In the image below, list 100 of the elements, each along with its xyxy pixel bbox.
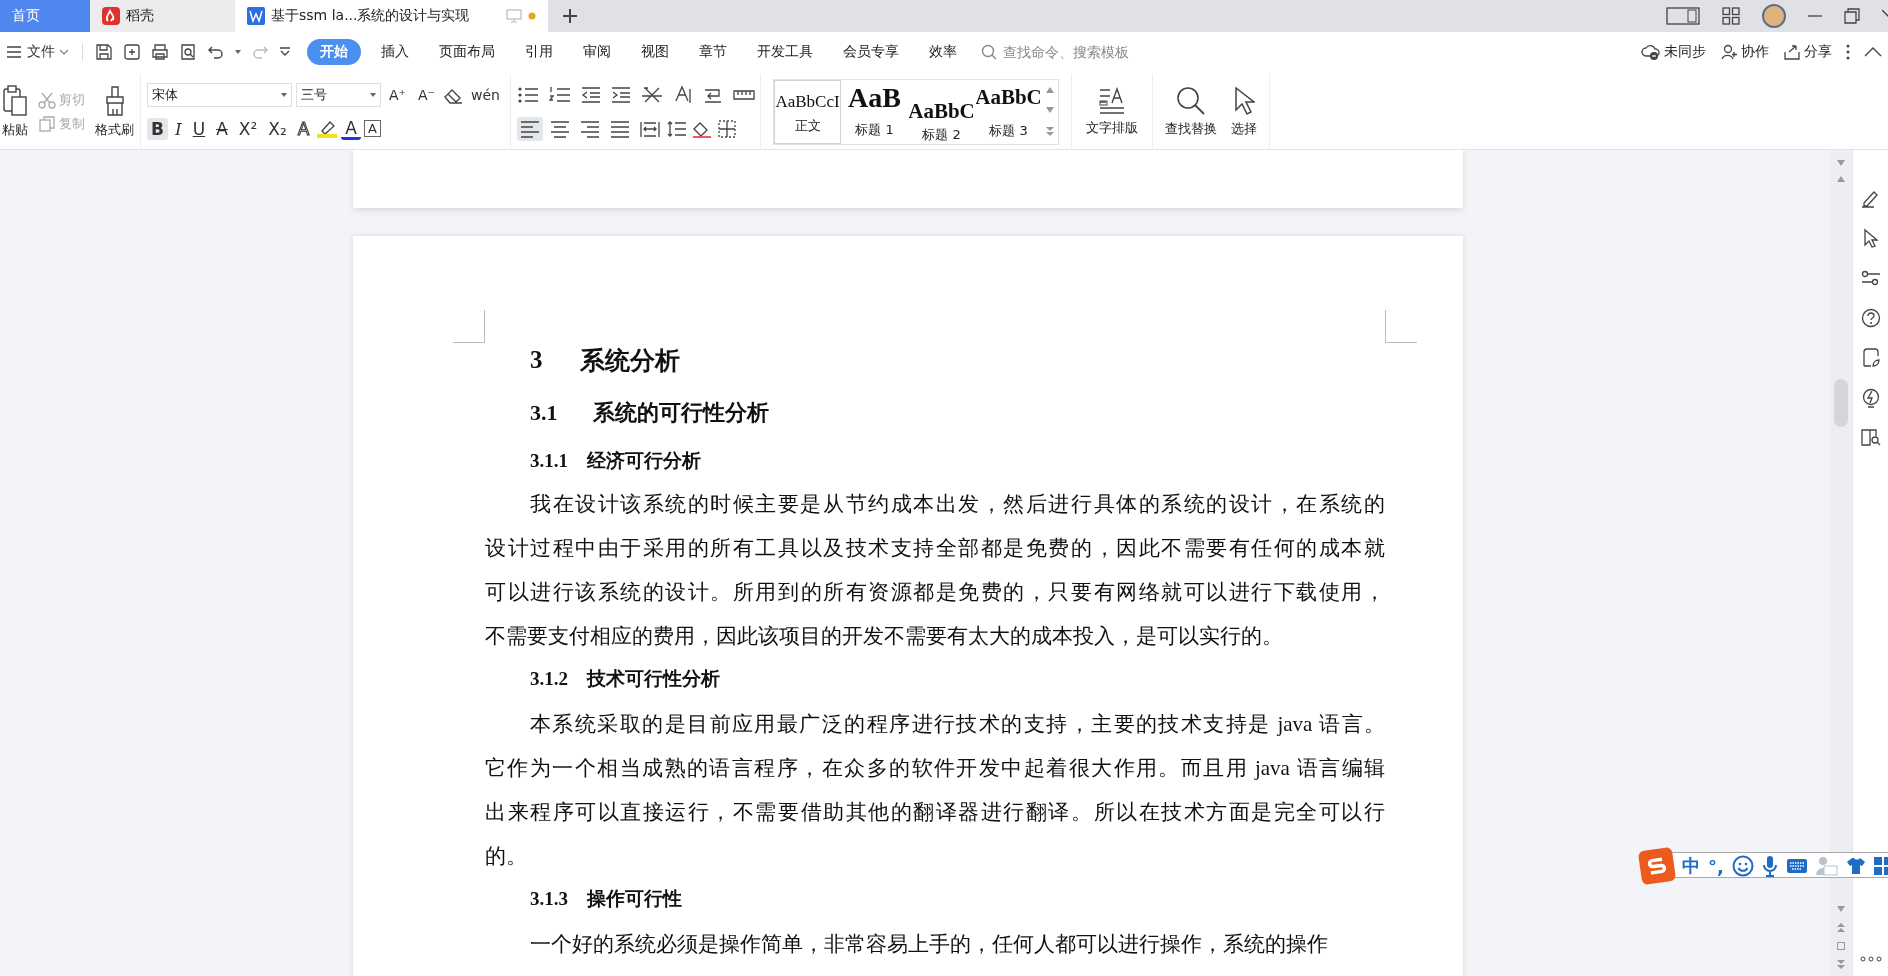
toolbar-button[interactable]: 查找替换 [1165, 85, 1217, 138]
search-field[interactable]: 查找命令、搜索模板 [1001, 43, 1151, 61]
toolbar-button[interactable]: A⁺ [385, 85, 410, 104]
caret-icon [281, 92, 287, 97]
numbered-list-icon[interactable] [549, 85, 571, 104]
punctuation-toggle[interactable]: °, [1708, 855, 1724, 877]
ribbon-tab[interactable]: 页面布局 [429, 39, 505, 65]
caret-icon [370, 92, 376, 97]
ribbon-tab[interactable]: 插入 [371, 39, 419, 65]
style-preset[interactable]: AaBbCcI 正文 [774, 79, 841, 144]
toolbar-button[interactable]: A⁻ [413, 85, 439, 104]
copy-icon [38, 114, 56, 133]
scroll-down-icon[interactable] [1046, 106, 1054, 113]
search-icon [1176, 85, 1206, 116]
body-paragraph: 本系统采取的是目前应用最广泛的程序进行技术的支持，主要的技术支持是 java 语言。 它作为一个相当成熟的语言程序，在众多的软件开发中起着很大作用。而且用 java 语言编辑 出来程序可以直接运行，不需要借助其他的翻译器进行翻译。所以在技术方面是完全可以行 的。 [485, 711, 1385, 870]
keyboard-icon[interactable] [1785, 858, 1808, 874]
new-tab-icon[interactable] [562, 8, 578, 24]
style-preset[interactable]: AaBbC 标题 3 [975, 79, 1042, 144]
align-button[interactable] [517, 116, 543, 141]
toolbar-button[interactable]: wén [466, 85, 504, 104]
help-icon[interactable] [1860, 308, 1881, 328]
heading: 3.1 系统的可行性分析 [529, 399, 770, 427]
ruler-icon[interactable] [733, 87, 755, 102]
paste-button[interactable]: 粘贴 [2, 84, 28, 139]
bullet-list-icon[interactable] [517, 85, 539, 104]
ribbon-tab[interactable]: 引用 [515, 39, 563, 65]
sliders-icon[interactable] [1860, 268, 1881, 288]
expand-icon[interactable] [1046, 126, 1054, 137]
tablet-icon[interactable] [1666, 7, 1700, 25]
book-search-icon[interactable] [1860, 428, 1881, 446]
ribbon-tab[interactable]: 视图 [631, 39, 679, 65]
toolbar-button[interactable]: I [170, 117, 186, 140]
format-painter-button[interactable]: 格式刷 [95, 84, 134, 139]
restore-icon[interactable] [1844, 8, 1860, 24]
heading: 3.1.1 经济可行分析 [529, 449, 702, 473]
customize-icon[interactable] [279, 47, 291, 57]
outdent-icon[interactable] [581, 85, 601, 104]
toolbar-button[interactable]: A [293, 117, 314, 140]
save-icon[interactable] [95, 43, 113, 61]
print-preview-icon[interactable] [179, 43, 197, 61]
print-icon[interactable] [151, 43, 169, 61]
search-icon [981, 44, 997, 60]
caret-icon[interactable] [235, 50, 241, 54]
toolbar-button[interactable]: A [364, 120, 381, 137]
toolbar-button[interactable]: B [147, 117, 168, 140]
body-paragraph: 我在设计该系统的时候主要是从节约成本出发，然后进行具体的系统的设计，在系统的 设计过程中由于采用的所有工具以及技术支持全部都是免费的，因此不需要有任何的成本就 可以进行该系统的设计。所用到的所有资源都是免费的，只要有网络就可以进行下载使用， 不需要支付相应的费用，因此该项目的开发不需要有太大的成本投入，是可以实行的。 [485, 491, 1385, 650]
more-icon[interactable] [1846, 43, 1850, 61]
ribbon-tab[interactable]: 审阅 [573, 39, 621, 65]
toolbar-button[interactable]: 文字排版 [1086, 86, 1138, 137]
leaf-document-icon[interactable] [1860, 348, 1881, 368]
font-size-dropdown[interactable]: 三号 [296, 82, 381, 107]
flame-icon [102, 7, 120, 25]
style-preset[interactable]: AaB 标题 1 [841, 79, 908, 144]
tab[interactable]: 基于ssm la...系统的设计与实现 [235, 0, 548, 32]
toolbar-button[interactable]: 未同步 [1641, 43, 1706, 61]
tiles-icon[interactable] [1873, 856, 1888, 876]
toolbar-button[interactable]: 分享 [1783, 43, 1832, 61]
add-person-icon [1720, 43, 1738, 61]
emoji-icon[interactable] [1731, 855, 1754, 877]
indent-icon[interactable] [611, 85, 631, 104]
line-spacing-icon[interactable] [667, 119, 687, 138]
avatar[interactable] [1762, 4, 1786, 28]
ime-mode[interactable]: 中 [1682, 854, 1700, 878]
more-icon[interactable] [1859, 956, 1882, 962]
cursor-icon [1233, 85, 1255, 116]
corner-mark [453, 310, 485, 343]
brush-icon [103, 84, 126, 117]
ribbon-tab[interactable]: 效率 [919, 39, 967, 65]
heading: 3 系统分析 [529, 345, 681, 376]
menu-icon [6, 45, 22, 59]
heading: 3.1.2 技术可行性分析 [529, 667, 721, 691]
toolbar-button[interactable]: U [188, 117, 210, 140]
shirt-icon[interactable] [1845, 857, 1866, 875]
font-dropdown[interactable]: 宋体 [147, 82, 292, 107]
toolbar-button[interactable]: 选择 [1231, 85, 1257, 138]
microphone-icon[interactable] [1761, 855, 1778, 877]
document-icon [247, 7, 265, 25]
cursor-icon[interactable] [1861, 228, 1880, 248]
corner-mark [1385, 310, 1417, 343]
toolbar-button[interactable]: 协作 [1720, 43, 1769, 61]
toolbar-button[interactable]: A [341, 117, 361, 140]
ribbon-tab[interactable]: 会员专享 [833, 39, 909, 65]
bulb-icon[interactable] [1860, 388, 1881, 408]
file-menu[interactable]: 文件 [6, 43, 68, 61]
apps-grid-icon[interactable] [1722, 7, 1740, 25]
ribbon-tab[interactable]: 章节 [689, 39, 737, 65]
toolbar-button[interactable]: X₂ [264, 117, 291, 140]
toolbar-button[interactable]: A [212, 117, 232, 140]
collapse-icon[interactable] [1864, 47, 1882, 57]
ribbon-tab[interactable]: 开发工具 [747, 39, 823, 65]
toolbar-button[interactable]: X² [234, 117, 262, 140]
ime-logo[interactable] [1637, 846, 1677, 886]
text-layout-icon [1098, 86, 1126, 115]
scroll-up-icon[interactable] [1046, 86, 1054, 93]
borders-icon[interactable] [717, 118, 737, 139]
scrollbar[interactable] [1830, 150, 1852, 976]
scroll-thumb[interactable] [1834, 379, 1848, 427]
caret-icon [60, 48, 68, 56]
tab[interactable]: 稻壳 [90, 0, 235, 32]
style-preset[interactable]: AaBbC 标题 2 [908, 79, 975, 144]
